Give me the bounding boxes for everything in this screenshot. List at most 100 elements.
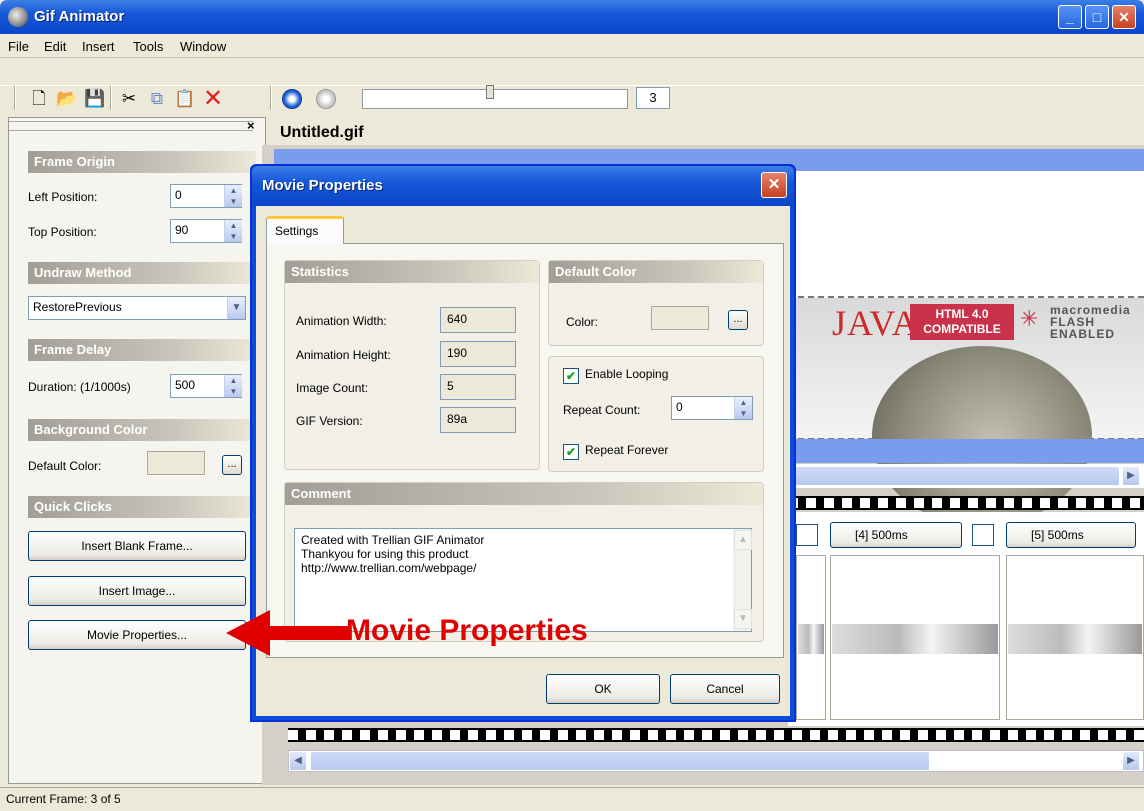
- top-position-value: 90: [175, 223, 189, 237]
- properties-panel: [8, 117, 266, 784]
- html-badge-line1: HTML 4.0: [935, 307, 989, 321]
- chevron-down-icon[interactable]: ▼: [227, 297, 245, 319]
- frame-number-field[interactable]: 3: [636, 87, 670, 109]
- frame-5-image: [1008, 624, 1142, 654]
- repeat-forever-label: Repeat Forever: [585, 443, 669, 457]
- menu-file[interactable]: File: [8, 39, 29, 54]
- menu-bar: [0, 34, 1144, 58]
- comment-header: Comment: [285, 483, 763, 505]
- image-count-label: Image Count:: [296, 381, 369, 395]
- frame-delay-header: Frame Delay: [28, 339, 256, 361]
- frame-3-checkbox[interactable]: [796, 524, 818, 546]
- app-icon: [8, 7, 28, 27]
- animation-height-field: 190: [440, 341, 516, 367]
- panel-grip[interactable]: [9, 121, 253, 131]
- gif-version-field: 89a: [440, 407, 516, 433]
- animation-width-label: Animation Width:: [296, 314, 387, 328]
- menu-insert[interactable]: Insert: [82, 39, 115, 54]
- annotation-arrow-shaft: [262, 626, 348, 640]
- frame-origin-header: Frame Origin: [28, 151, 256, 173]
- default-color-label: Default Color:: [28, 459, 102, 473]
- stop-icon[interactable]: [316, 89, 336, 109]
- delete-icon[interactable]: ✕: [202, 87, 224, 111]
- scroll-right-button[interactable]: ▶: [1122, 751, 1140, 771]
- enable-looping-checkbox[interactable]: ✔: [563, 368, 579, 384]
- close-button[interactable]: ✕: [1112, 5, 1136, 29]
- repeat-forever-checkbox[interactable]: ✔: [563, 444, 579, 460]
- panel-close-icon[interactable]: ×: [247, 118, 255, 133]
- html-badge: HTML 4.0 COMPATIBLE: [910, 304, 1014, 340]
- comment-scroll-down-button[interactable]: ▼: [734, 609, 752, 629]
- animation-width-field: 640: [440, 307, 516, 333]
- flash-badge: macromedia FLASH ENABLED: [1050, 304, 1131, 340]
- movie-properties-button[interactable]: Movie Properties...: [28, 620, 246, 650]
- default-color-swatch[interactable]: [147, 451, 205, 475]
- left-position-label: Left Position:: [28, 190, 98, 204]
- insert-blank-frame-button[interactable]: Insert Blank Frame...: [28, 531, 246, 561]
- dialog-close-button[interactable]: ✕: [761, 172, 787, 198]
- frame-5-button[interactable]: [5] 500ms: [1006, 522, 1136, 548]
- comment-scroll-up-button[interactable]: ▲: [734, 530, 752, 550]
- enable-looping-label: Enable Looping: [585, 367, 669, 381]
- flash-logo-icon: ✳: [1020, 306, 1039, 331]
- java-logo: JAVA: [832, 303, 919, 343]
- insert-image-button[interactable]: Insert Image...: [28, 576, 246, 606]
- statistics-header: Statistics: [285, 261, 539, 283]
- left-position-value: 0: [175, 188, 182, 202]
- left-position-spinner[interactable]: ▲ ▼: [224, 185, 242, 207]
- cut-icon[interactable]: ✂: [118, 88, 140, 110]
- cancel-button[interactable]: Cancel: [670, 674, 780, 704]
- menu-edit[interactable]: Edit: [44, 39, 66, 54]
- html-badge-line2: COMPATIBLE: [923, 322, 1001, 336]
- annotation-label: Movie Properties: [346, 614, 588, 647]
- tab-settings[interactable]: Settings: [266, 216, 344, 244]
- repeat-count-spinner[interactable]: ▲ ▼: [734, 397, 752, 419]
- image-count-field: 5: [440, 374, 516, 400]
- repeat-count-value: 0: [676, 400, 683, 414]
- duration-spinner[interactable]: ▲ ▼: [224, 375, 242, 397]
- frames-scroll-thumb[interactable]: [310, 751, 930, 771]
- canvas-scroll-thumb[interactable]: [790, 466, 1120, 486]
- minimize-button[interactable]: _: [1058, 5, 1082, 29]
- frame-3-image: [798, 624, 824, 654]
- frame-slider[interactable]: [362, 89, 628, 109]
- ok-button[interactable]: OK: [546, 674, 660, 704]
- filmstrip-top: [788, 496, 1144, 510]
- top-position-spinner[interactable]: ▲ ▼: [224, 220, 242, 242]
- menu-tools[interactable]: Tools: [133, 39, 163, 54]
- title-bar[interactable]: [0, 0, 1144, 34]
- frame-slider-thumb[interactable]: [486, 85, 494, 99]
- undraw-method-value: RestorePrevious: [33, 300, 122, 314]
- maximize-button[interactable]: □: [1085, 5, 1109, 29]
- duration-label: Duration: (1/1000s): [28, 380, 131, 394]
- paste-icon[interactable]: 📋: [174, 88, 196, 110]
- toolbar-separator: [14, 86, 16, 110]
- undraw-method-select[interactable]: RestorePrevious: [28, 296, 246, 320]
- open-folder-icon[interactable]: 📂: [56, 88, 78, 110]
- frame-5-checkbox[interactable]: [972, 524, 994, 546]
- copy-icon[interactable]: ⧉: [146, 88, 168, 110]
- frame-4-button[interactable]: [4] 500ms: [830, 522, 962, 548]
- quick-clicks-header: Quick Clicks: [28, 496, 256, 518]
- scroll-left-button[interactable]: ◀: [289, 751, 307, 771]
- dialog-default-color-header: Default Color: [549, 261, 763, 283]
- menu-window[interactable]: Window: [180, 39, 226, 54]
- toolbar-separator: [110, 86, 112, 110]
- scroll-right-button[interactable]: ▶: [1122, 466, 1140, 486]
- undraw-method-header: Undraw Method: [28, 262, 256, 284]
- new-file-icon[interactable]: 🗋: [28, 88, 50, 110]
- flash-line3: ENABLED: [1050, 327, 1116, 341]
- play-icon[interactable]: [282, 89, 302, 109]
- duration-value: 500: [175, 378, 196, 392]
- window-title: Gif Animator: [34, 8, 125, 25]
- gif-version-label: GIF Version:: [296, 414, 363, 428]
- dialog-color-button[interactable]: ...: [728, 310, 748, 330]
- default-color-button[interactable]: ...: [222, 455, 242, 475]
- repeat-count-label: Repeat Count:: [563, 403, 641, 417]
- document-title: Untitled.gif: [280, 124, 364, 141]
- filmstrip-bottom: [288, 728, 1144, 742]
- animation-height-label: Animation Height:: [296, 348, 391, 362]
- save-icon[interactable]: 💾: [84, 88, 106, 110]
- frame-4-image: [832, 624, 998, 654]
- dialog-color-swatch[interactable]: [651, 306, 709, 330]
